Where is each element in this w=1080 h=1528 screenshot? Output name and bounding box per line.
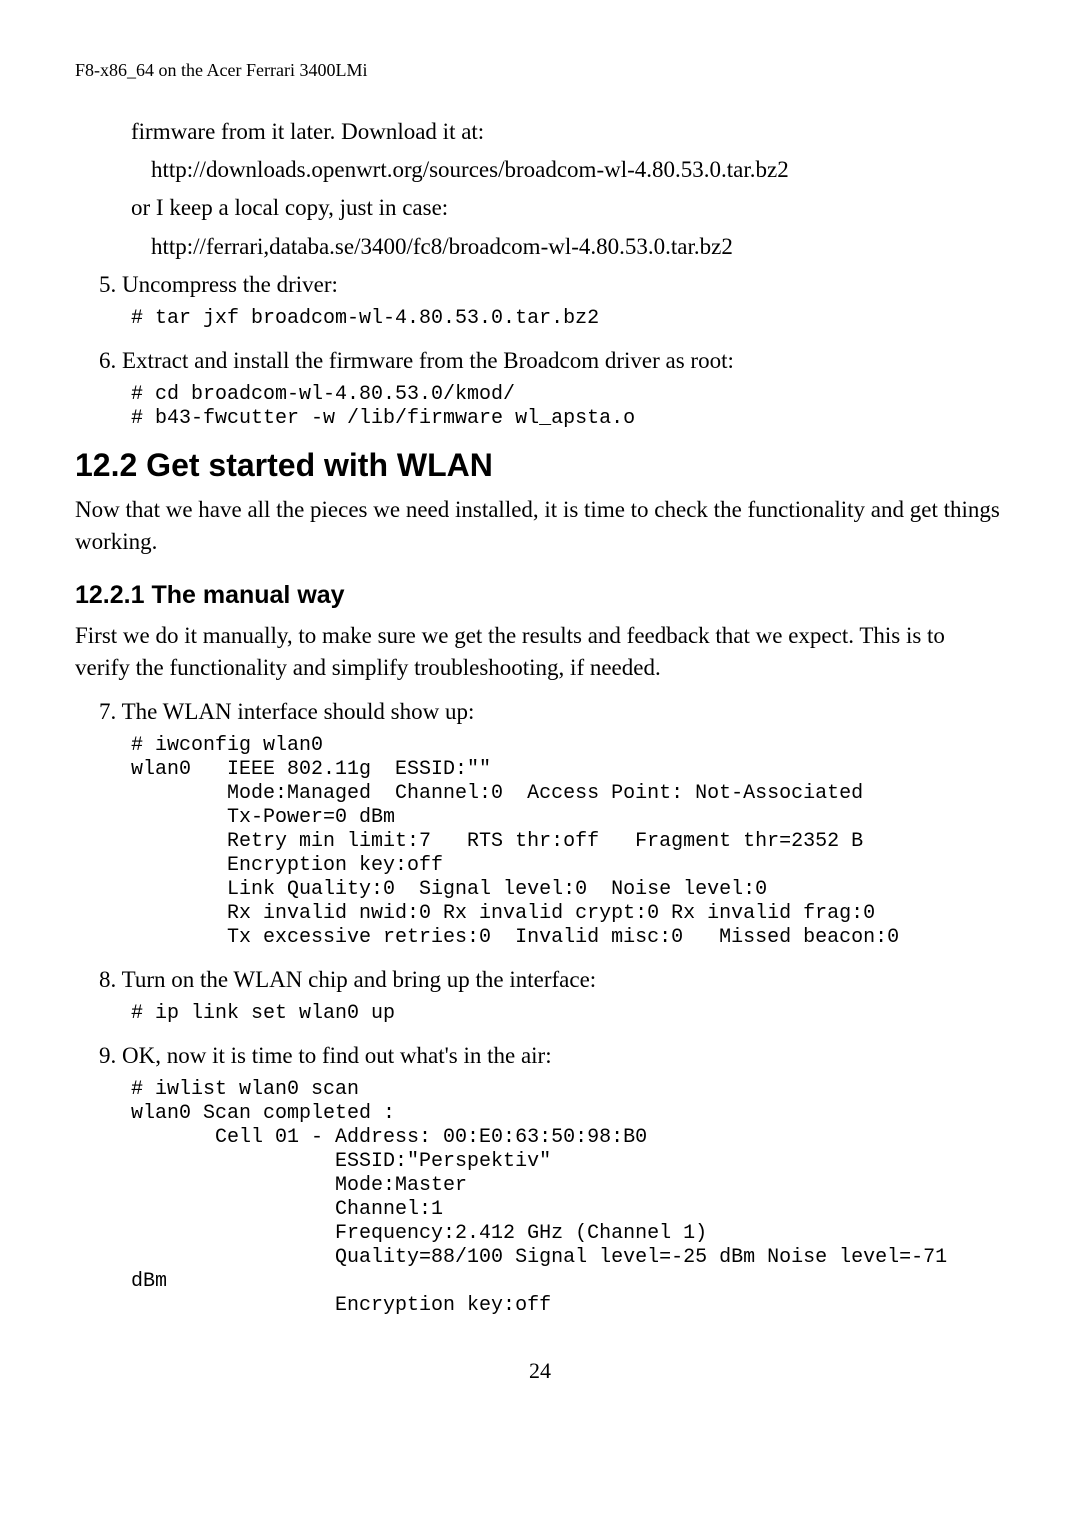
list-item-8: 8. Turn on the WLAN chip and bring up th… bbox=[75, 964, 1005, 996]
paragraph: Now that we have all the pieces we need … bbox=[75, 494, 1005, 558]
url-text: http://ferrari,databa.se/3400/fc8/broadc… bbox=[151, 231, 1005, 263]
list-item-6: 6. Extract and install the firmware from… bbox=[75, 345, 1005, 377]
paragraph: First we do it manually, to make sure we… bbox=[75, 620, 1005, 684]
code-block: # iwconfig wlan0 wlan0 IEEE 802.11g ESSI… bbox=[131, 734, 1005, 950]
url-text: http://downloads.openwrt.org/sources/bro… bbox=[151, 154, 1005, 186]
page-number: 24 bbox=[75, 1358, 1005, 1384]
paragraph: firmware from it later. Download it at: bbox=[131, 116, 1005, 148]
code-block: # cd broadcom-wl-4.80.53.0/kmod/ # b43-f… bbox=[131, 383, 1005, 431]
list-item-7: 7. The WLAN interface should show up: bbox=[75, 696, 1005, 728]
code-block: # ip link set wlan0 up bbox=[131, 1002, 1005, 1026]
list-item-5: 5. Uncompress the driver: bbox=[75, 269, 1005, 301]
heading-12-2: 12.2 Get started with WLAN bbox=[75, 447, 1005, 484]
page-header: F8-x86_64 on the Acer Ferrari 3400LMi bbox=[75, 60, 1005, 81]
code-block: # iwlist wlan0 scan wlan0 Scan completed… bbox=[131, 1078, 1005, 1318]
code-block: # tar jxf broadcom-wl-4.80.53.0.tar.bz2 bbox=[131, 307, 1005, 331]
list-item-9: 9. OK, now it is time to find out what's… bbox=[75, 1040, 1005, 1072]
heading-12-2-1: 12.2.1 The manual way bbox=[75, 581, 1005, 610]
paragraph: or I keep a local copy, just in case: bbox=[131, 192, 1005, 224]
